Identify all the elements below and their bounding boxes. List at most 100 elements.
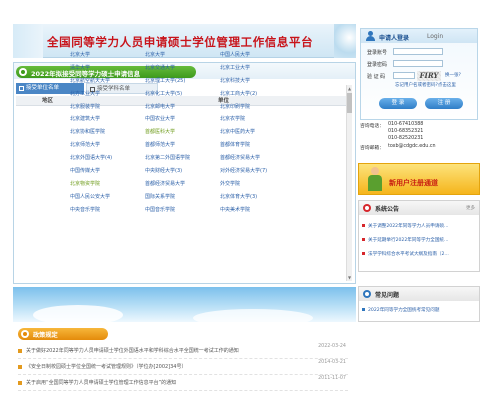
announcement-more-link[interactable]: 更多 xyxy=(466,205,475,211)
announcement-item[interactable]: 法学学科综合水平考试大纲及指南（2... xyxy=(362,251,477,257)
unit-link[interactable]: 北京协和医学院 xyxy=(70,128,105,135)
header-decoration-left xyxy=(13,24,43,58)
unit-link[interactable]: 北京中医药大学 xyxy=(220,128,255,135)
announcement-item[interactable]: 关于调整2022年同等学力人员申请硕... xyxy=(362,223,477,229)
unit-link[interactable]: 北京工业大学 xyxy=(220,64,250,71)
person-illustration xyxy=(365,167,385,193)
faq-icon xyxy=(363,290,371,298)
unit-link[interactable]: 首都经济贸易大学 xyxy=(220,154,260,161)
announcement-item-text[interactable]: 法学学科综合水平考试大纲及指南（2... xyxy=(368,252,449,257)
unit-link[interactable]: 北京物资学院 xyxy=(70,180,100,187)
unit-link[interactable]: 北京理工大学(25) xyxy=(145,77,185,84)
announcement-item-text[interactable]: 关于延期举行2022年同等学力全国统... xyxy=(368,238,448,243)
unit-link[interactable]: 北京建筑大学 xyxy=(70,115,100,122)
login-title: 申请人登录 xyxy=(379,35,410,42)
table-row: 中国传媒大学 中央财经大学(3) 对外经济贸易大学(7) xyxy=(70,167,330,180)
table-row: 北京服装学院 北京邮电大学 北京印刷学院 xyxy=(70,103,330,116)
unit-link[interactable]: 中国音乐学院 xyxy=(145,206,175,213)
login-button[interactable]: 登 录 xyxy=(379,98,417,109)
unit-link[interactable]: 中国人民公安大学 xyxy=(70,193,110,200)
page-title: 全国同等学力人员申请硕士学位管理工作信息平台 xyxy=(47,35,314,49)
unit-link[interactable]: 北京化工大学(5) xyxy=(145,90,182,97)
scroll-down-icon[interactable]: ▼ xyxy=(348,275,351,280)
unit-link[interactable]: 对外经济贸易大学(7) xyxy=(220,167,267,174)
unit-link[interactable]: 北京邮电大学 xyxy=(145,103,175,110)
bullet-icon xyxy=(362,308,365,311)
policy-item-title[interactable]: 《安全日制校园硕士学位全国统一考试管理规则》（学位办[2002]34号） xyxy=(26,363,187,370)
unit-link[interactable]: 北京第二外国语学院 xyxy=(145,154,190,161)
policy-item-title[interactable]: 关于做好2022年同等学力人员申请硕士学位外国语水平和学科综合水平全国统一考试工… xyxy=(26,347,239,354)
unit-link[interactable]: 北京体育大学(3) xyxy=(220,193,257,200)
unit-link[interactable]: 北京大学 xyxy=(70,51,90,58)
announcement-title: 系统公告 xyxy=(375,206,400,213)
table-row: 北京建筑大学 中国农业大学 北京农学院 xyxy=(70,115,330,128)
register-button[interactable]: 注 册 xyxy=(425,98,463,109)
table-row: 北京外国语大学(4) 北京第二外国语学院 首都经济贸易大学 xyxy=(70,154,330,167)
policy-item[interactable]: 关于启用“全国同等学力人员申请硕士学位管理工作信息平台”的通知 2011-11-… xyxy=(18,375,348,391)
forgot-password-link[interactable]: 忘记用户名或者密码?点击这里 xyxy=(395,82,456,88)
tab-units-label: 接受单位名单 xyxy=(26,85,60,91)
unit-link[interactable]: 北京服装学院 xyxy=(70,103,100,110)
unit-link[interactable]: 北京航空航天大学 xyxy=(70,77,110,84)
unit-link[interactable]: 清华大学 xyxy=(70,64,90,71)
scroll-up-icon[interactable]: ▲ xyxy=(348,86,351,91)
unit-link[interactable]: 北京农学院 xyxy=(220,115,245,122)
table-row: 北京大学 北京大学 中国人民大学 xyxy=(70,51,330,64)
header-decoration-right xyxy=(334,24,356,58)
login-panel: 申请人登录 Login 登录账号 登录密码 验 证 码 FIRY 换一张? 忘记… xyxy=(360,28,478,120)
unit-link[interactable]: 中国人民大学 xyxy=(220,51,250,58)
table-row: 北方工业大学 北京化工大学(5) 北京工商大学(2) xyxy=(70,90,330,103)
unit-link[interactable]: 外交学院 xyxy=(220,180,240,187)
captcha-image[interactable]: FIRY xyxy=(417,71,441,81)
unit-link[interactable]: 国际关系学院 xyxy=(145,193,175,200)
policy-item-title[interactable]: 关于启用“全国同等学力人员申请硕士学位管理工作信息平台”的通知 xyxy=(26,379,176,386)
unit-link[interactable]: 首都师范大学 xyxy=(145,141,175,148)
unit-link[interactable]: 首都体育学院 xyxy=(220,141,250,148)
faq-item[interactable]: 2022年同等学力全国统考常见问题 xyxy=(362,307,477,313)
scrollbar-thumb[interactable] xyxy=(347,93,352,113)
email-value[interactable]: toxb@cdgdc.edu.cn xyxy=(388,144,436,149)
announcement-icon xyxy=(363,204,371,212)
announcement-item[interactable]: 关于延期举行2022年同等学力全国统... xyxy=(362,237,477,243)
unit-link[interactable]: 北京大学 xyxy=(145,51,165,58)
phone-1: 010-67410388 xyxy=(388,122,424,127)
unit-link[interactable]: 北京科技大学 xyxy=(220,77,250,84)
unit-link[interactable]: 首都经济贸易大学 xyxy=(145,180,185,187)
password-input[interactable] xyxy=(393,60,443,67)
bullet-icon xyxy=(18,365,22,369)
unit-link[interactable]: 中国传媒大学 xyxy=(70,167,100,174)
tab-icon xyxy=(19,86,24,91)
faq-item-text[interactable]: 2022年同等学力全国统考常见问题 xyxy=(368,308,439,313)
login-header: 申请人登录 Login xyxy=(361,29,477,43)
unit-link[interactable]: 北京外国语大学(4) xyxy=(70,154,112,161)
new-user-register-banner[interactable]: 新用户注册通道 xyxy=(358,163,480,195)
policy-list: 关于做好2022年同等学力人员申请硕士学位外国语水平和学科综合水平全国统一考试工… xyxy=(18,343,348,391)
bullet-icon xyxy=(362,252,365,255)
cloud-decoration xyxy=(193,309,313,322)
bullet-icon xyxy=(18,349,22,353)
unit-link[interactable]: 中国农业大学 xyxy=(145,115,175,122)
captcha-input[interactable] xyxy=(393,72,415,79)
unit-link[interactable]: 北京印刷学院 xyxy=(220,103,250,110)
policy-item[interactable]: 《安全日制校园硕士学位全国统一考试管理规则》（学位办[2002]34号） 201… xyxy=(18,359,348,375)
unit-link[interactable]: 中央美术学院 xyxy=(220,206,250,213)
unit-link[interactable]: 中央财经大学(3) xyxy=(145,167,182,174)
username-input[interactable] xyxy=(393,48,443,55)
unit-link[interactable]: 北方工业大学 xyxy=(70,90,100,97)
unit-link[interactable]: 北京工商大学(2) xyxy=(220,90,257,97)
bullet-icon xyxy=(19,68,27,76)
table-row: 中央音乐学院 中国音乐学院 中央美术学院 xyxy=(70,206,330,219)
announcement-item-text[interactable]: 关于调整2022年同等学力人员申请硕... xyxy=(368,224,448,229)
table-row: 清华大学 北京交通大学 北京工业大学 xyxy=(70,64,330,77)
policy-item[interactable]: 关于做好2022年同等学力人员申请硕士学位外国语水平和学科综合水平全国统一考试工… xyxy=(18,343,348,359)
unit-link[interactable]: 北京交通大学 xyxy=(145,64,175,71)
password-label: 登录密码 xyxy=(367,62,388,68)
table-row: 北京物资学院 首都经济贸易大学 外交学院 xyxy=(70,180,330,193)
unit-link[interactable]: 首都医科大学 xyxy=(145,128,175,135)
captcha-refresh-link[interactable]: 换一张? xyxy=(445,72,461,78)
unit-link[interactable]: 中央音乐学院 xyxy=(70,206,100,213)
faq-box: 常见问题 2022年同等学力全国统考常见问题 xyxy=(358,286,480,322)
vertical-scrollbar[interactable]: ▲ ▼ xyxy=(346,85,352,281)
unit-link[interactable]: 北京师范大学 xyxy=(70,141,100,148)
policy-title-pill: 政策规定 xyxy=(18,328,108,340)
